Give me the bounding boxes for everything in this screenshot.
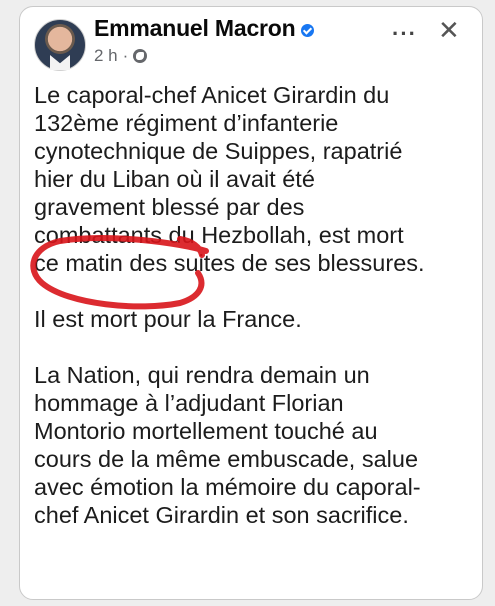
post-line: Il est mort pour la France. xyxy=(34,306,302,332)
post-line: cours de la même embuscade, salue xyxy=(34,446,419,472)
avatar-collar xyxy=(50,55,70,70)
post-card: Emmanuel Macron 2 h · ··· ✕ Le caporal-c… xyxy=(19,6,483,600)
post-line: cynotechnique de Suippes, rapatrié xyxy=(34,138,403,164)
post-line: chef Anicet Girardin et son sacrifice. xyxy=(34,502,409,528)
post-timestamp[interactable]: 2 h xyxy=(94,46,118,66)
globe-icon xyxy=(133,49,148,63)
post-paragraph-1: Le caporal-chef Anicet Girardin du 132èm… xyxy=(34,81,474,277)
post-paragraph-3: La Nation, qui rendra demain un hommage … xyxy=(34,361,474,529)
post-line: hommage à l’adjudant Florian xyxy=(34,390,344,416)
post-line: hier du Liban où il avait été xyxy=(34,166,315,192)
post-meta: 2 h · xyxy=(94,46,148,66)
post-line: ce matin des suites de ses blessures. xyxy=(34,250,425,276)
author-avatar[interactable] xyxy=(34,19,86,71)
author-name[interactable]: Emmanuel Macron xyxy=(94,15,296,42)
post-line: Le caporal-chef Anicet Girardin du xyxy=(34,82,390,108)
post-line: La Nation, qui rendra demain un xyxy=(34,362,370,388)
post-paragraph-2: Il est mort pour la France. xyxy=(34,305,474,333)
verified-badge-icon xyxy=(300,23,314,37)
post-line: gravement blessé par des xyxy=(34,194,305,220)
post-header: Emmanuel Macron 2 h · ··· ✕ xyxy=(20,7,482,77)
more-options-icon[interactable]: ··· xyxy=(392,21,417,47)
post-line: avec émotion la mémoire du caporal- xyxy=(34,474,421,500)
post-text: Le caporal-chef Anicet Girardin du 132èm… xyxy=(34,81,474,557)
author-row: Emmanuel Macron xyxy=(94,15,314,42)
post-line: 132ème régiment d’infanterie xyxy=(34,110,339,136)
post-line: Montorio mortellement touché au xyxy=(34,418,378,444)
close-icon[interactable]: ✕ xyxy=(438,15,460,46)
post-line: combattants du Hezbollah, est mort xyxy=(34,222,404,248)
meta-separator: · xyxy=(122,46,129,65)
